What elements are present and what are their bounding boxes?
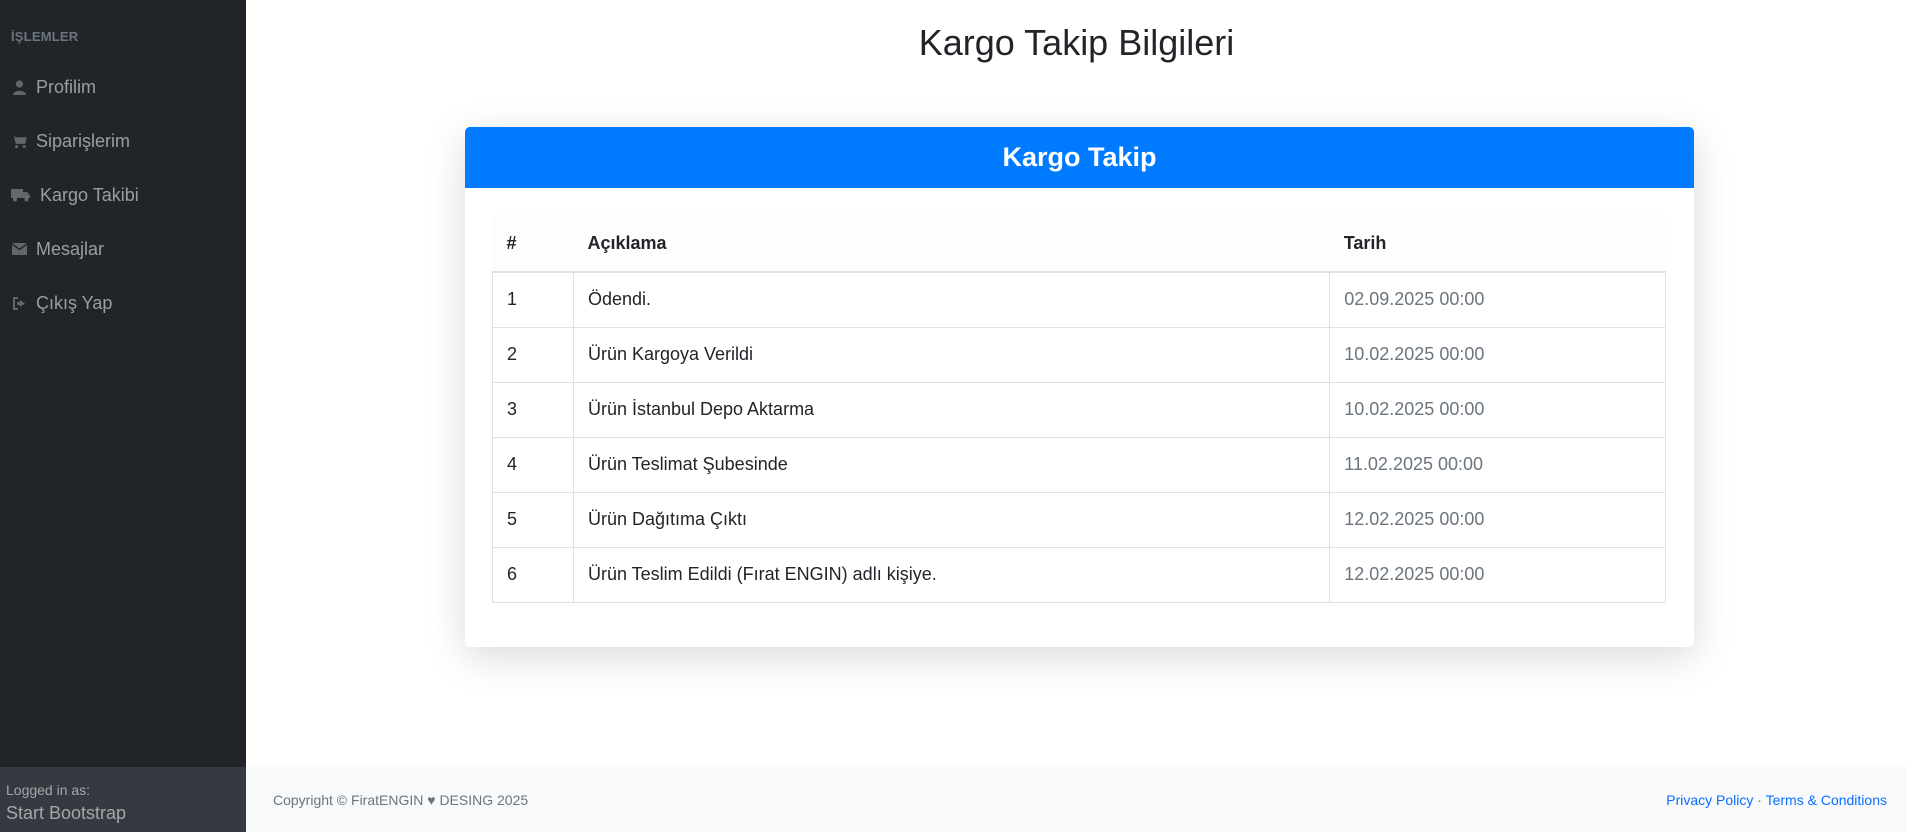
sidebar-item-profilim[interactable]: Profilim xyxy=(11,74,96,100)
truck-icon xyxy=(11,187,31,203)
sidebar-item-label: Profilim xyxy=(36,76,97,97)
footer-links: Privacy Policy · Terms & Conditions xyxy=(1666,792,1887,808)
sidebar-item-label: Siparişlerim xyxy=(36,130,131,151)
table-row: 2 Ürün Kargoya Verildi 10.02.2025 00:00 xyxy=(492,326,1666,383)
sidebar-item-siparislerim[interactable]: Siparişlerim xyxy=(11,128,130,154)
card-body: # Açıklama Tarih 1 Ödendi. 02.09.2025 00… xyxy=(465,188,1694,630)
row-date: 10.02.2025 00:00 xyxy=(1329,381,1666,438)
row-date: 11.02.2025 00:00 xyxy=(1329,436,1666,493)
row-number: 1 xyxy=(492,271,574,328)
row-description: Ödendi. xyxy=(572,271,1331,328)
table-row: 4 Ürün Teslimat Şubesinde 11.02.2025 00:… xyxy=(492,436,1666,493)
row-date: 02.09.2025 00:00 xyxy=(1329,271,1666,328)
sidebar-item-kargo-takibi[interactable]: Kargo Takibi xyxy=(11,182,139,208)
user-icon xyxy=(11,79,27,95)
logged-in-user: Start Bootstrap xyxy=(6,803,127,823)
privacy-policy-link[interactable]: Privacy Policy xyxy=(1666,792,1753,808)
sidebar-item-cikis-yap[interactable]: Çıkış Yap xyxy=(11,290,112,316)
tracking-card: Kargo Takip # Açıklama Tarih 1 Ödendi. 0… xyxy=(465,127,1694,647)
row-date: 12.02.2025 00:00 xyxy=(1329,546,1666,603)
row-number: 6 xyxy=(492,546,574,603)
row-description: Ürün İstanbul Depo Aktarma xyxy=(572,381,1331,438)
envelope-icon xyxy=(11,241,27,257)
sidebar-footer: Logged in as: Start Bootstrap xyxy=(0,767,246,832)
row-date: 10.02.2025 00:00 xyxy=(1329,326,1666,383)
row-description: Ürün Teslim Edildi (Fırat ENGIN) adlı ki… xyxy=(572,546,1331,603)
cart-icon xyxy=(11,133,27,149)
table-row: 6 Ürün Teslim Edildi (Fırat ENGIN) adlı … xyxy=(492,546,1666,603)
column-header-description: Açıklama xyxy=(573,215,1330,273)
tracking-table: # Açıklama Tarih 1 Ödendi. 02.09.2025 00… xyxy=(492,215,1666,603)
main-content: Kargo Takip Bilgileri Kargo Takip # Açık… xyxy=(246,0,1907,767)
row-number: 2 xyxy=(492,326,574,383)
page-title: Kargo Takip Bilgileri xyxy=(918,22,1235,63)
row-description: Ürün Kargoya Verildi xyxy=(572,326,1331,383)
sidebar-item-label: Mesajlar xyxy=(36,238,105,259)
copyright-text: Copyright © FiratENGIN ♥ DESING 2025 xyxy=(273,791,529,808)
sidebar-item-label: Kargo Takibi xyxy=(40,184,139,205)
row-number: 4 xyxy=(492,436,574,493)
logged-in-label: Logged in as: xyxy=(6,782,91,798)
footer-separator: · xyxy=(1757,791,1762,808)
row-date: 12.02.2025 00:00 xyxy=(1329,491,1666,548)
table-row: 3 Ürün İstanbul Depo Aktarma 10.02.2025 … xyxy=(492,381,1666,438)
sidebar-item-mesajlar[interactable]: Mesajlar xyxy=(11,236,104,262)
column-header-no: # xyxy=(492,215,574,273)
sign-out-icon xyxy=(11,295,27,311)
card-header: Kargo Takip xyxy=(465,127,1694,188)
page-footer: Copyright © FiratENGIN ♥ DESING 2025 Pri… xyxy=(246,767,1907,832)
table-header-row: # Açıklama Tarih xyxy=(492,215,1666,273)
row-description: Ürün Dağıtıma Çıktı xyxy=(572,491,1331,548)
sidebar-heading: İŞLEMLER xyxy=(11,29,79,44)
column-header-date: Tarih xyxy=(1329,215,1666,273)
table-row: 1 Ödendi. 02.09.2025 00:00 xyxy=(492,271,1666,328)
terms-link[interactable]: Terms & Conditions xyxy=(1766,792,1887,808)
sidebar-item-label: Çıkış Yap xyxy=(36,292,113,313)
row-number: 3 xyxy=(492,381,574,438)
row-description: Ürün Teslimat Şubesinde xyxy=(572,436,1331,493)
row-number: 5 xyxy=(492,491,574,548)
sidebar: İŞLEMLER Profilim Siparişlerim Kargo Tak… xyxy=(0,0,246,832)
table-row: 5 Ürün Dağıtıma Çıktı 12.02.2025 00:00 xyxy=(492,491,1666,548)
